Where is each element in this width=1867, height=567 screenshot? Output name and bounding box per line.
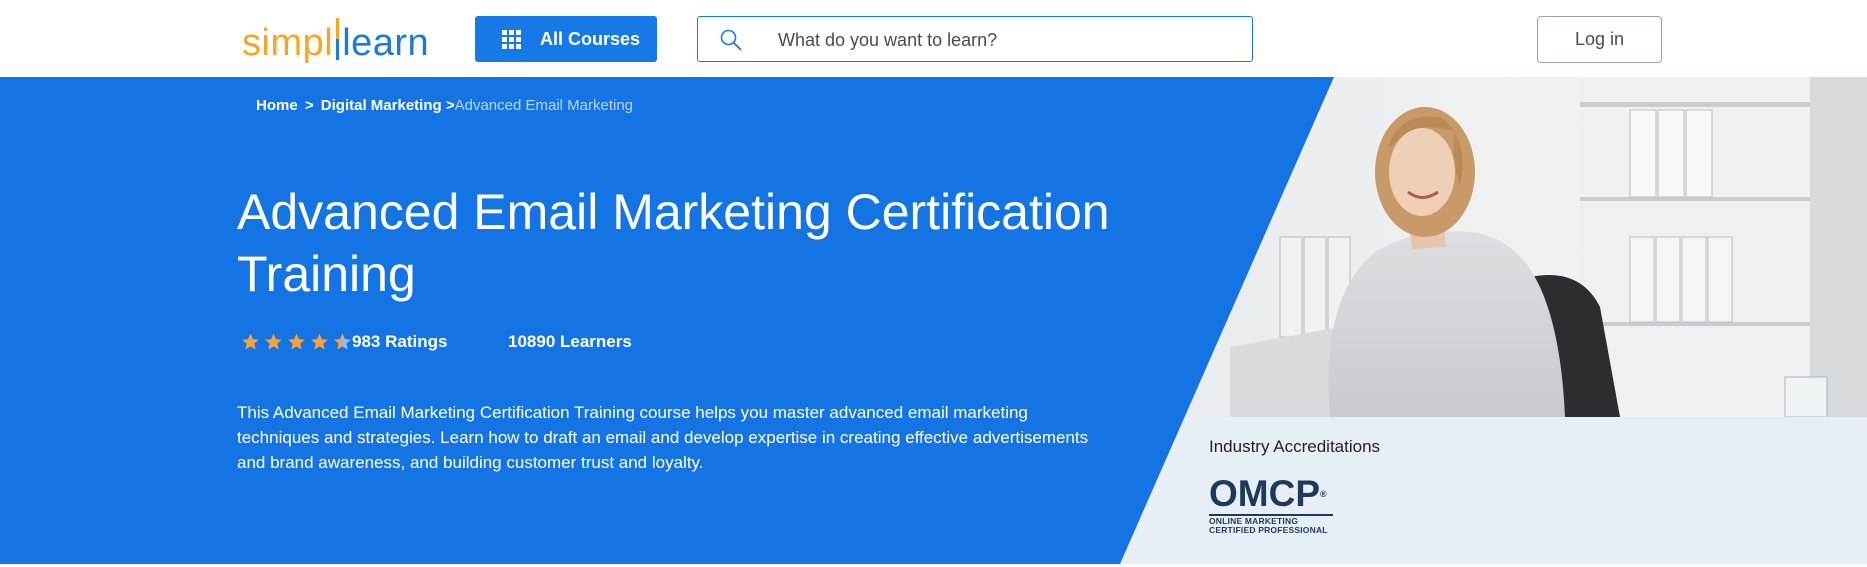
logo-text-part2: learn [342,22,430,64]
star-icon [311,333,328,350]
breadcrumb: Home > Digital Marketing >Advanced Email… [256,97,633,114]
search-input[interactable] [778,27,1218,53]
all-courses-label: All Courses [540,29,641,49]
breadcrumb-separator: > [445,97,455,114]
breadcrumb-digital-marketing[interactable]: Digital Marketing [321,97,442,114]
login-label: Log in [1574,29,1625,49]
omcp-logo: OMCP® ONLINE MARKETING CERTIFIED PROFESS… [1209,475,1339,541]
logo-divider [336,18,340,60]
ratings-count: 983 Ratings [352,332,448,351]
half-star-icon [334,333,351,350]
star-icon [288,333,305,350]
all-courses-button[interactable]: All Courses [475,16,657,62]
grid-icon [502,30,521,49]
course-hero: Home > Digital Marketing >Advanced Email… [0,77,1867,564]
star-icon [265,333,282,350]
logo-text-part1: simpl [242,22,334,64]
omcp-logo-line2: CERTIFIED PROFESSIONAL [1209,525,1328,535]
site-header: simpllearn All Courses Log in [0,0,1867,77]
login-button[interactable]: Log in [1537,16,1662,63]
search-bar[interactable] [697,16,1253,62]
simplilearn-logo[interactable]: simpl learn [242,14,429,62]
learners-count: 10890 Learners [508,332,632,351]
star-icon [242,333,259,350]
course-description: This Advanced Email Marketing Certificat… [237,403,1089,472]
hero-blue-panel [0,77,1334,564]
breadcrumb-current: Advanced Email Marketing [454,97,634,114]
course-title: Advanced Email Marketing Certification T… [237,184,1110,302]
search-icon [720,29,742,51]
accreditations-title: Industry Accreditations [1209,437,1381,456]
omcp-logo-text: OMCP [1209,473,1320,514]
breadcrumb-separator: > [304,97,314,114]
rating-stars [240,332,353,352]
breadcrumb-home[interactable]: Home [256,97,298,114]
